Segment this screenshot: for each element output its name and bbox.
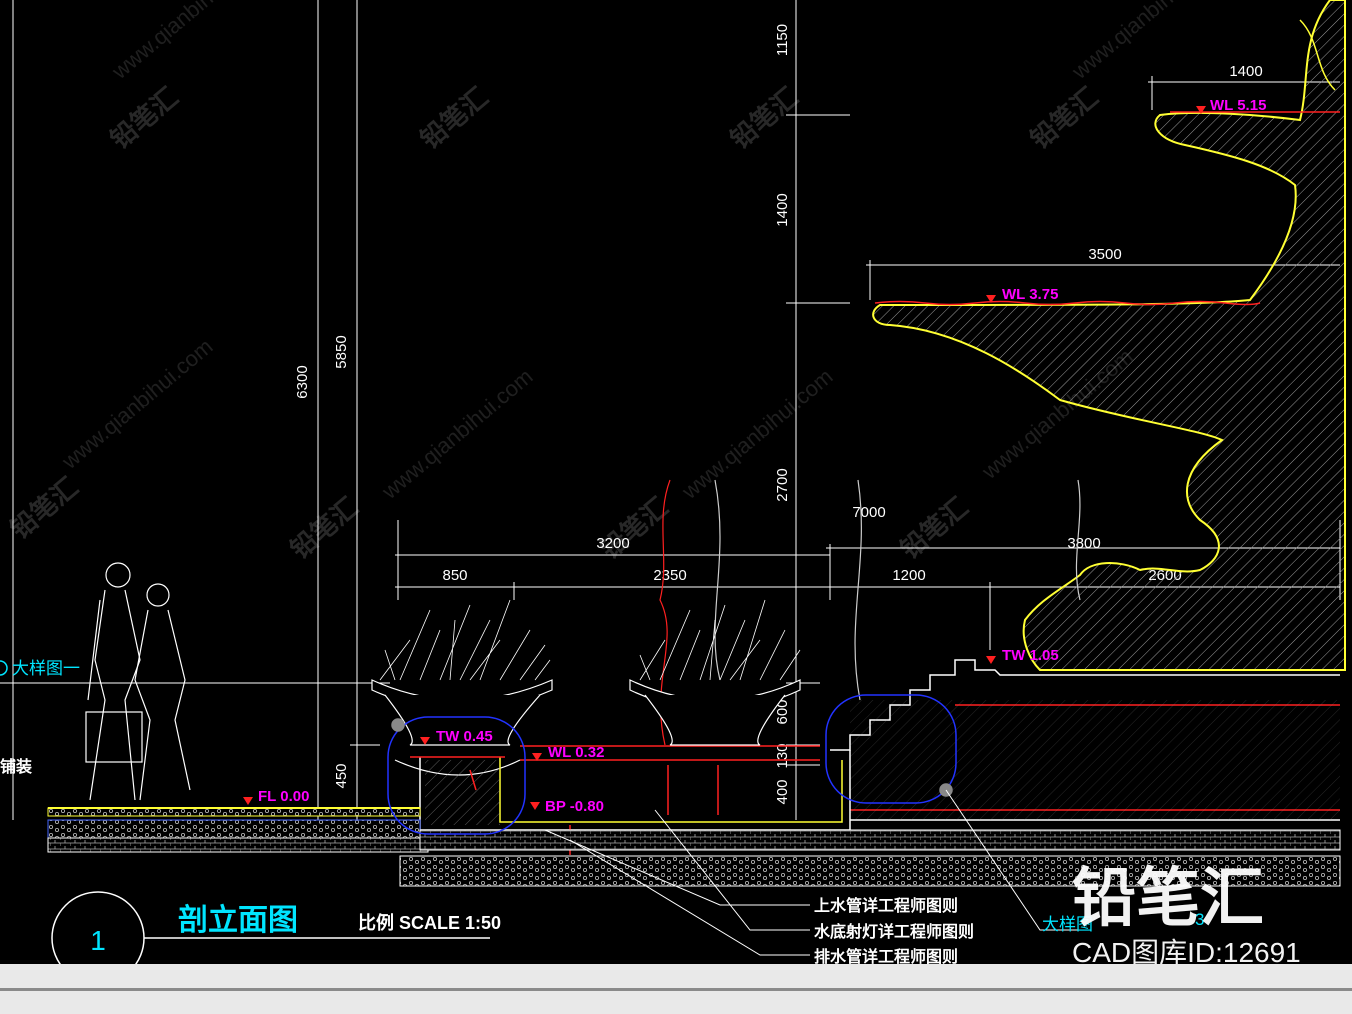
dim-1400-vertical: 1400 — [774, 193, 791, 226]
dim-3200: 3200 — [596, 535, 629, 552]
watermark-logo-text: 铅笔汇 — [1072, 862, 1264, 934]
dim-2700: 2700 — [774, 468, 791, 501]
title-number: 1 — [90, 925, 106, 956]
watermark-url: www.qianbihui.com — [676, 364, 837, 505]
level-wl-375: WL 3.75 — [1002, 286, 1058, 303]
planter-foliage — [379, 599, 801, 681]
dim-5850: 5850 — [333, 335, 350, 368]
level-tw-045: TW 0.45 — [436, 728, 493, 745]
title-block: 1 剖立面图 比例 SCALE 1:50 — [51, 891, 501, 985]
watermark-brand: 铅笔汇 — [5, 471, 84, 544]
watermark-brand: 铅笔汇 — [895, 491, 974, 564]
scrollbar-area[interactable] — [0, 964, 1352, 1014]
level-wl-032: WL 0.32 — [548, 744, 604, 761]
dim-6300: 6300 — [294, 365, 311, 398]
watermark-brand: 铅笔汇 — [285, 491, 364, 564]
watermark-layer: 铅笔汇 铅笔汇 铅笔汇 铅笔汇 铅笔汇 铅笔汇 铅笔汇 铅笔汇 www.qian… — [5, 0, 1228, 565]
watermark-brand: 铅笔汇 — [595, 491, 674, 564]
dim-1200: 1200 — [892, 567, 925, 584]
dim-3500: 3500 — [1088, 246, 1121, 263]
dim-400: 400 — [774, 779, 791, 804]
dim-1400-horizontal: 1400 — [1229, 63, 1262, 80]
watermark-brand: 铅笔汇 — [105, 81, 184, 154]
level-wl-515: WL 5.15 — [1210, 97, 1266, 114]
fountain-sculpture — [872, 0, 1346, 671]
dim-450: 450 — [333, 763, 350, 788]
detail-ref-marker — [0, 660, 8, 676]
scrollbar-track[interactable] — [0, 988, 1352, 991]
note-underwater-light: 水底射灯详工程师图则 — [814, 922, 974, 941]
watermark-id: CAD图库ID:12691 — [1072, 937, 1301, 964]
drawing-scale: 比例 SCALE 1:50 — [358, 912, 501, 933]
watermark-brand: 铅笔汇 — [725, 81, 804, 154]
dim-2350: 2350 — [653, 567, 686, 584]
watermark-url: www.qianbihui.com — [1066, 0, 1227, 84]
section-elevation-drawing: 铅笔汇 铅笔汇 铅笔汇 铅笔汇 铅笔汇 铅笔汇 铅笔汇 铅笔汇 www.qian… — [0, 0, 1346, 985]
dim-1150: 1150 — [774, 24, 791, 56]
dim-3800: 3800 — [1067, 535, 1100, 552]
drawing-title: 剖立面图 — [178, 903, 298, 937]
pavement-label: 铺装 — [0, 757, 32, 776]
watermark-brand: 铅笔汇 — [1025, 81, 1104, 154]
dim-850: 850 — [442, 567, 467, 584]
level-tw-105: TW 1.05 — [1002, 647, 1059, 664]
watermark-url: www.qianbihui.com — [56, 334, 217, 475]
people-figures — [85, 562, 191, 801]
dim-7000: 7000 — [852, 504, 885, 521]
cad-drawing-viewport[interactable]: 铅笔汇 铅笔汇 铅笔汇 铅笔汇 铅笔汇 铅笔汇 铅笔汇 铅笔汇 www.qian… — [0, 0, 1352, 1014]
level-bp-080: BP -0.80 — [545, 798, 604, 815]
watermark-url: www.qianbihui.com — [106, 0, 267, 84]
watermark-brand: 铅笔汇 — [415, 81, 494, 154]
dim-130: 130 — [774, 743, 791, 768]
detail-ref-label: 大样图一 — [12, 659, 80, 678]
note-drain-pipe: 排水管详工程师图则 — [814, 947, 958, 964]
level-fl-000: FL 0.00 — [258, 788, 309, 805]
note-supply-pipe: 上水管详工程师图则 — [814, 896, 958, 915]
watermark-url: www.qianbihui.com — [376, 364, 537, 505]
